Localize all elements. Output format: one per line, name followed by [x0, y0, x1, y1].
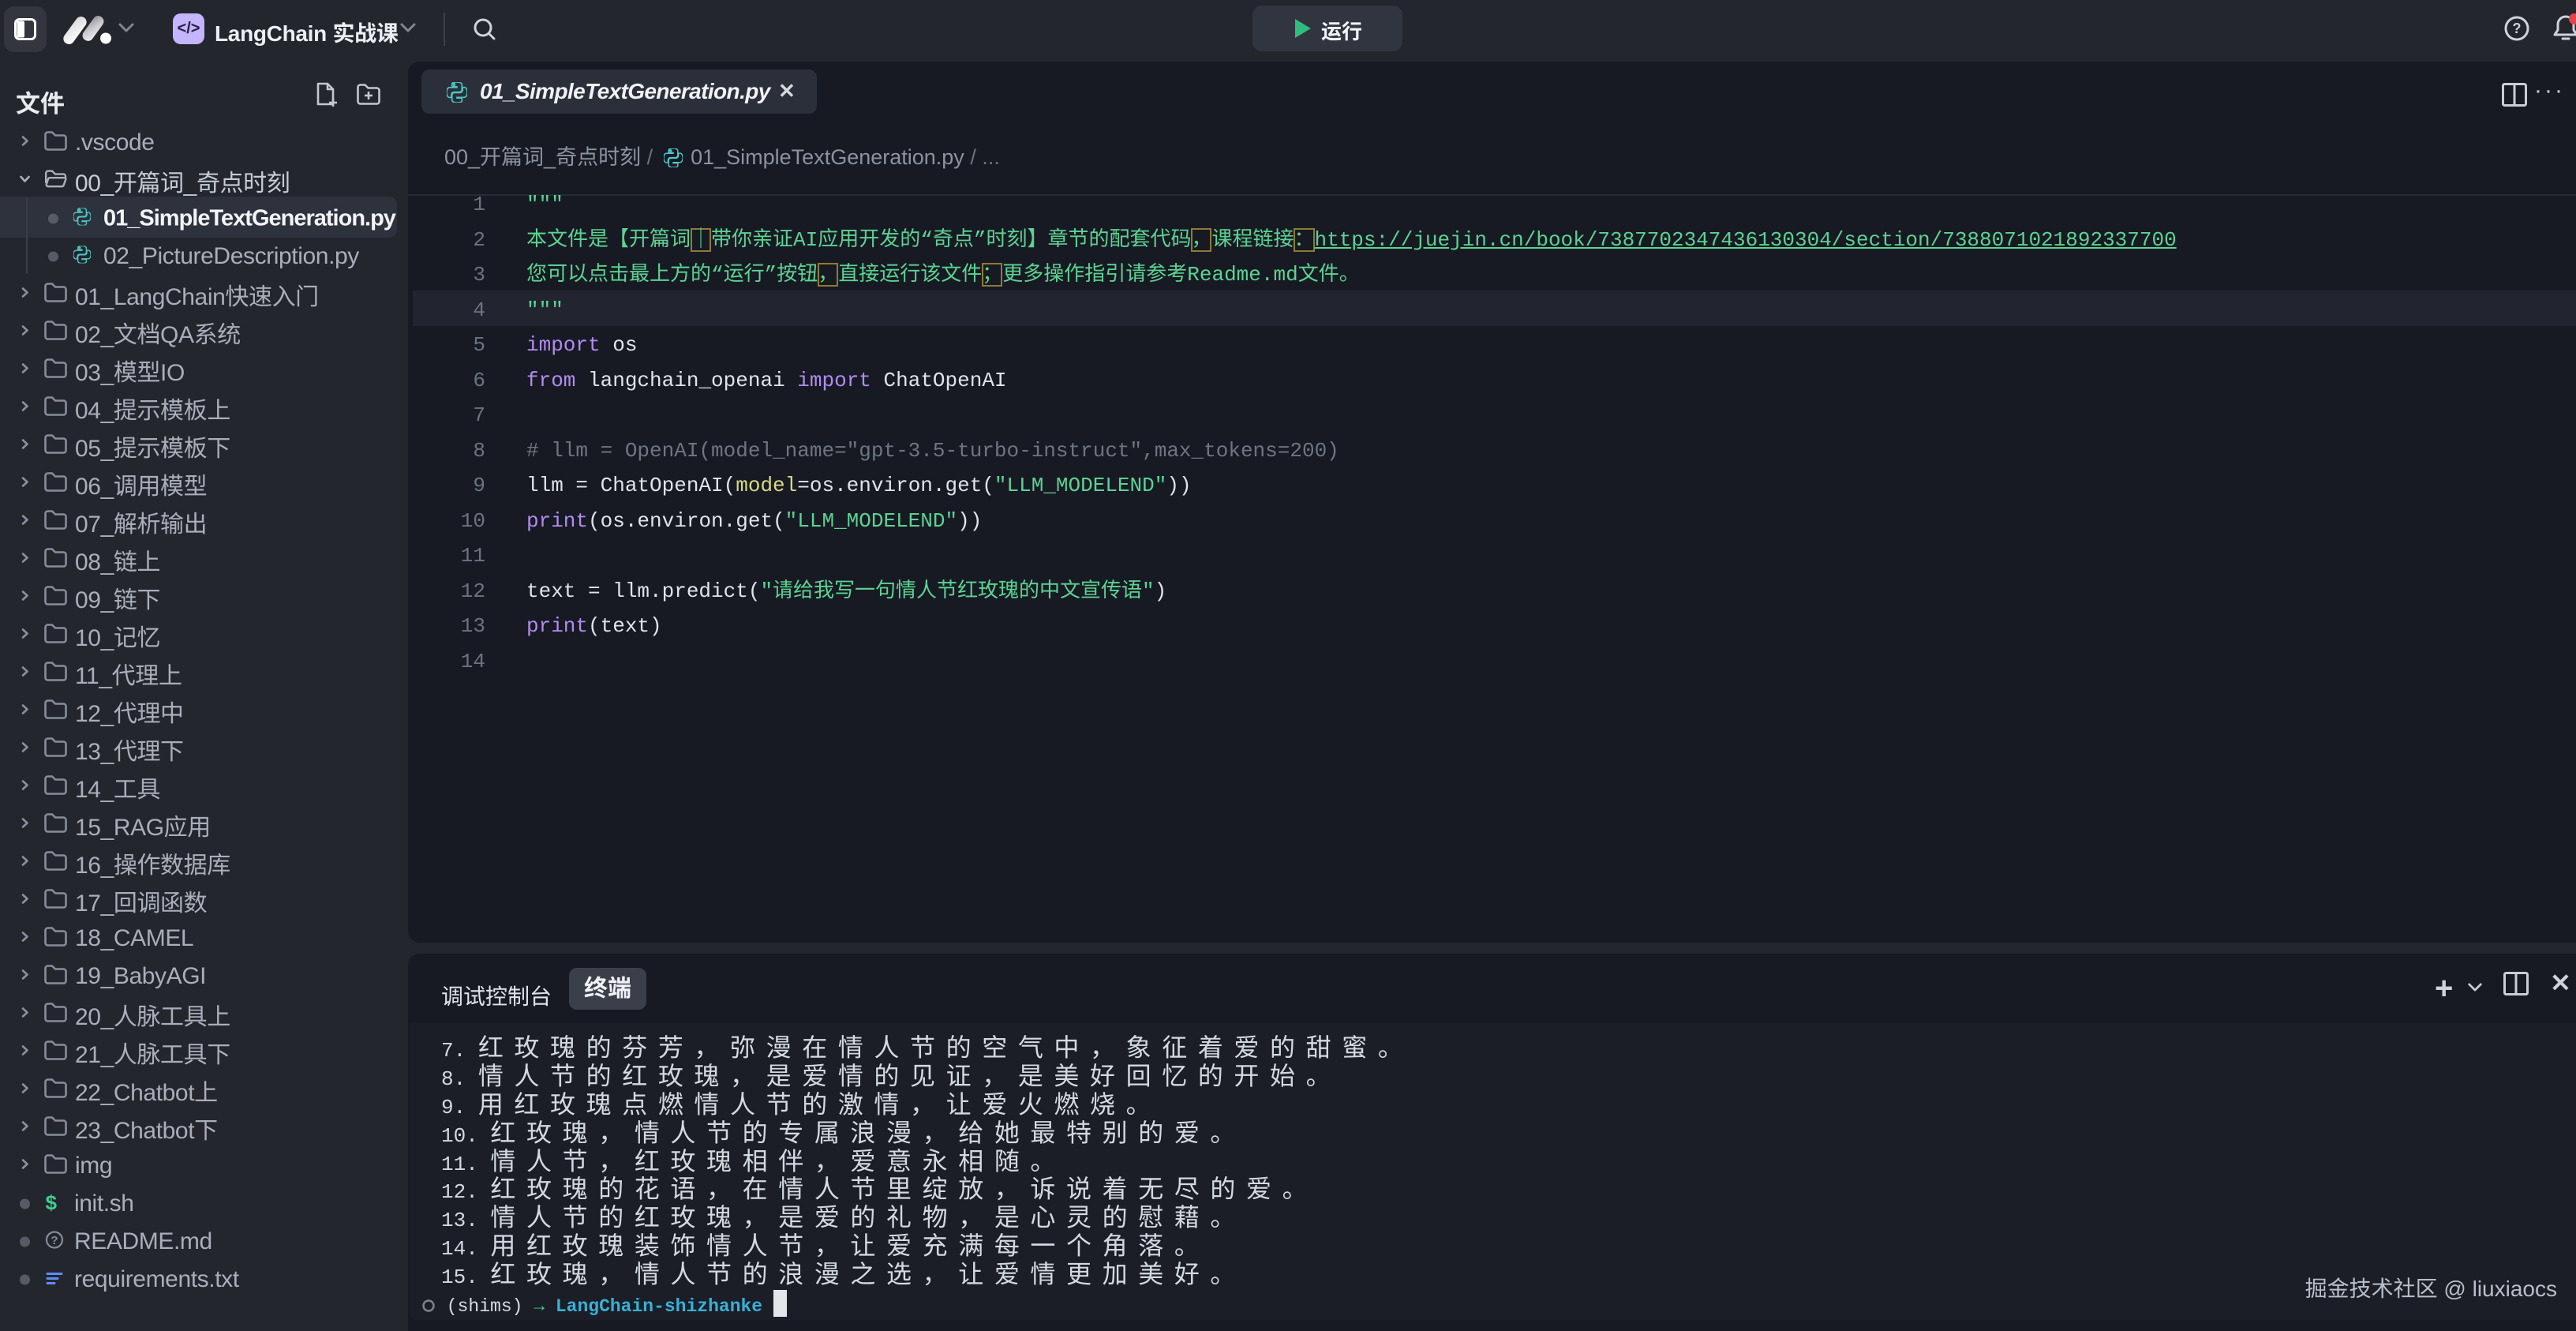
svg-text:?: ?: [2513, 21, 2522, 36]
svg-text:?: ?: [51, 1234, 58, 1247]
